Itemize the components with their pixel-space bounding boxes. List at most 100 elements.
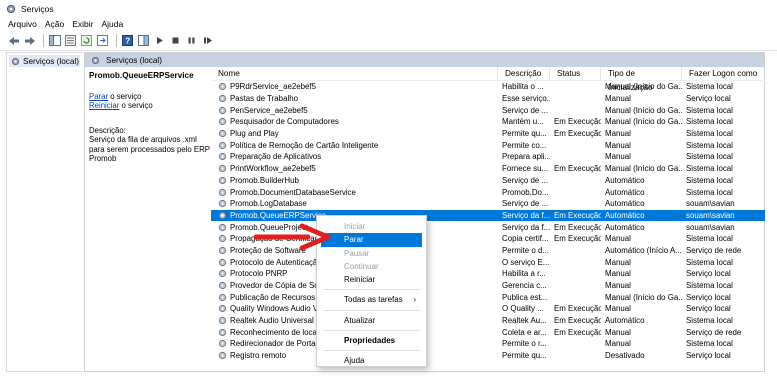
column-header-startup-type[interactable]: Tipo de Inicialização (601, 66, 682, 92)
row-logon-as: Serviço local (686, 351, 731, 361)
table-row[interactable]: Publicação de Recursos de Publica est... M… (211, 291, 765, 303)
properties-sheet-icon[interactable] (64, 34, 77, 47)
stop-service-icon[interactable] (169, 34, 182, 47)
start-service-icon[interactable] (153, 34, 166, 47)
row-logon-as: Serviço local (686, 292, 731, 302)
context-menu-item[interactable]: Atualizar (321, 314, 422, 327)
menu-exibir[interactable]: Exibir (72, 19, 93, 29)
restart-service-icon[interactable] (201, 34, 214, 47)
tree-item-services-local[interactable]: Serviços (local) (9, 55, 80, 67)
table-row[interactable]: Promob.DocumentDatabaseService Promob.Do.… (211, 186, 765, 198)
service-name: Reconhecimento de locais (230, 327, 323, 337)
row-description: Coleta e ar... (502, 327, 547, 337)
service-gear-icon (218, 118, 227, 126)
menu-acao[interactable]: Ação (45, 19, 64, 29)
row-startup-type: Manual (605, 234, 631, 244)
service-name: Pastas de Trabalho (230, 94, 298, 104)
row-description: Permite o r... (502, 339, 547, 349)
service-gear-icon (218, 94, 227, 103)
help-icon[interactable]: ? (121, 34, 134, 47)
table-row[interactable]: Redirecionador de Portas de Área de Trab… (211, 338, 765, 350)
row-logon-as: Sistema local (686, 316, 733, 326)
context-menu-item[interactable]: Todas as tarefas › (321, 293, 422, 306)
table-row[interactable]: P9RdrService_ae2ebef5 Habilita o ... Manua… (211, 81, 765, 93)
service-name: Promob.QueueERPService (230, 210, 327, 220)
context-menu-item: Iniciar (321, 220, 422, 233)
row-logon-as: Sistema local (686, 152, 733, 162)
menu-arquivo[interactable]: Arquivo (8, 19, 37, 29)
table-row[interactable]: Preparação de Aplicativos Prepara apli...… (211, 151, 765, 163)
context-menu: Iniciar Parar Pausar Continuar Reiniciar Toda… (316, 215, 427, 367)
service-name: P9RdrService_ae2ebef5 (230, 82, 316, 92)
title-bar: Serviços (0, 0, 777, 17)
table-row[interactable]: Provedor de Cópia de Sombra Gerencia c...… (211, 280, 765, 292)
table-row[interactable]: Política de Remoção de Cartão Inteligent… (211, 139, 765, 151)
row-startup-type: Manual (605, 257, 631, 267)
table-row[interactable]: Promob.QueueERPService Serviço da f... Em … (211, 209, 765, 222)
refresh-icon[interactable] (80, 34, 93, 47)
table-row[interactable]: Pastas de Trabalho Esse serviço... Manual S… (211, 93, 765, 105)
export-list-icon[interactable] (96, 34, 109, 47)
row-name: P9RdrService_ae2ebef5 (211, 82, 498, 91)
row-description: Permite co... (502, 140, 547, 150)
table-row[interactable]: Promob.LogDatabase Serviço de ... Automáti… (211, 198, 765, 210)
service-name: Política de Remoção de Cartão Inteligent… (230, 140, 379, 150)
column-header-status[interactable]: Status (550, 66, 601, 81)
table-row[interactable]: PenService_ae2ebef5 Serviço de ... Manual … (211, 104, 765, 116)
stop-service-link[interactable]: Parar (89, 92, 108, 101)
service-name: Registro remoto (230, 351, 287, 361)
context-menu-item[interactable]: Ajuda (321, 354, 422, 367)
row-status: Em Execução (554, 316, 601, 326)
table-row[interactable]: Pesquisador de Computadores Mantém u... Em… (211, 116, 765, 128)
table-row[interactable]: Protocolo PNRP Habilita a r... Manual Servi… (211, 268, 765, 280)
row-logon-as: Sistema local (686, 140, 733, 150)
restart-service-link[interactable]: Reiniciar (89, 101, 119, 110)
service-gear-icon (218, 316, 227, 325)
context-menu-item-label: Ajuda (344, 356, 365, 366)
row-name: Pesquisador de Computadores (211, 117, 498, 126)
show-hide-icon[interactable] (137, 34, 150, 47)
row-name: PenService_ae2ebef5 (211, 106, 498, 115)
pause-service-icon[interactable] (185, 34, 198, 47)
console-tree-icon[interactable] (48, 34, 61, 47)
row-logon-as: Serviço de rede (686, 245, 742, 255)
context-menu-item[interactable]: Reiniciar (321, 273, 422, 286)
forward-icon[interactable] (23, 34, 36, 47)
row-description: Serviço da f... (502, 222, 550, 232)
row-logon-as: Sistema local (686, 175, 733, 185)
column-header-logon-as[interactable]: Fazer Logon como (682, 67, 762, 81)
table-row[interactable]: Registro remoto Permite qu... Desativado Se… (211, 350, 765, 362)
table-row[interactable]: Reconhecimento de locais Coleta e ar... Em… (211, 326, 765, 338)
service-name: Promob.BuilderHub (230, 175, 299, 185)
row-startup-type: Automático (605, 222, 645, 232)
menu-ajuda[interactable]: Ajuda (101, 19, 123, 29)
table-row[interactable]: PrintWorkflow_ae2ebef5 Fornece su... Em Ex… (211, 163, 765, 175)
row-startup-type: Manual (Início do Ga... (605, 105, 682, 115)
row-logon-as: Serviço local (686, 304, 731, 314)
context-menu-item[interactable]: Propriedades (321, 334, 422, 347)
row-startup-type: Manual (605, 152, 631, 162)
column-header-name[interactable]: Nome (211, 66, 498, 81)
restart-service-line: Reiniciar o serviço (89, 101, 213, 111)
table-row[interactable]: Protocolo de Autenticação O serviço E... M… (211, 256, 765, 268)
row-startup-type: Desativado (605, 351, 645, 361)
service-name: PrintWorkflow_ae2ebef5 (230, 164, 316, 174)
row-name: Política de Remoção de Cartão Inteligent… (211, 141, 498, 150)
row-logon-as: Sistema local (686, 129, 733, 139)
row-logon-as: Serviço de rede (686, 327, 742, 337)
panel-header-title: Serviços (local) (106, 55, 162, 65)
row-description: Publica est... (502, 292, 548, 302)
service-gear-icon (218, 188, 227, 196)
tree-item-label: Serviços (local) (23, 56, 79, 66)
table-row[interactable]: Quality Windows Audio Vi O Quality ... Em … (211, 303, 765, 315)
context-menu-item[interactable]: Parar (321, 233, 422, 247)
context-menu-item-label: Todas as tarefas (344, 295, 403, 305)
row-description: Copia certif... (502, 234, 549, 244)
table-row[interactable]: Plug and Play Permite qu... Em Execução Man… (211, 128, 765, 140)
restart-service-suffix: o serviço (119, 101, 153, 110)
column-header-description[interactable]: Descrição (498, 66, 550, 81)
back-icon[interactable] (7, 34, 20, 47)
table-row[interactable]: Realtek Audio Universal Se Realtek Au... E… (211, 315, 765, 327)
table-row[interactable]: Promob.BuilderHub Serviço de ... Automátic… (211, 175, 765, 187)
row-status: Em Execução (554, 304, 601, 314)
